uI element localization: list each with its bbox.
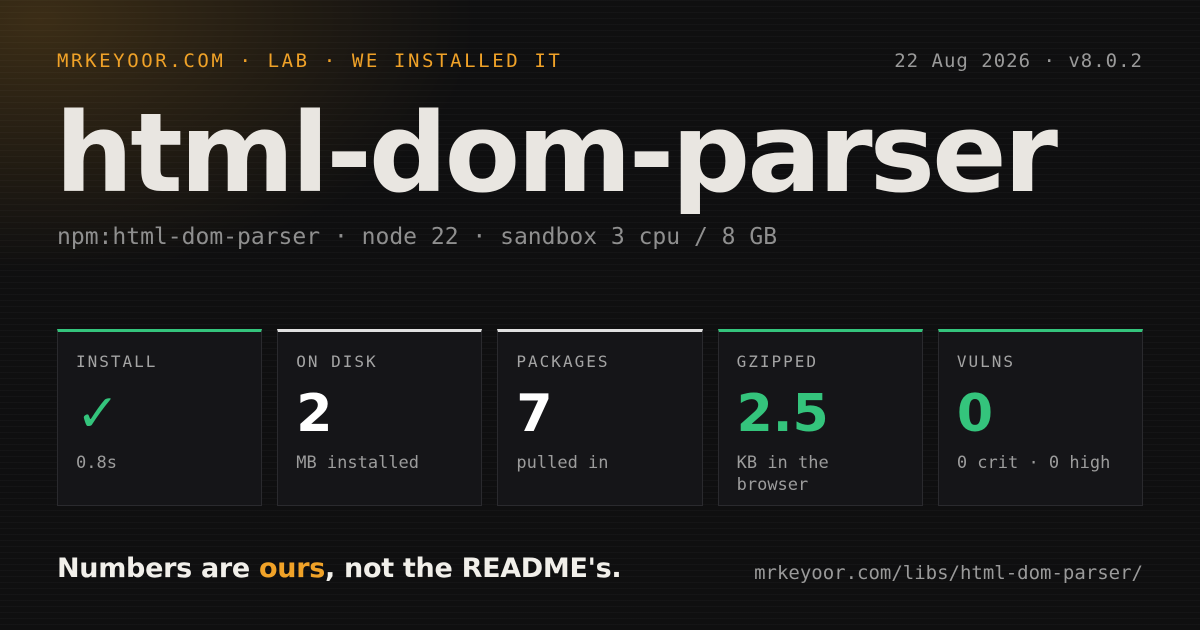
- stat-value: 7: [516, 384, 553, 444]
- stat-value: 2.5: [736, 384, 829, 444]
- tagline-start: Numbers are: [57, 553, 260, 584]
- stat-label: GZIPPED: [736, 352, 819, 371]
- stat-value: 2: [296, 384, 333, 444]
- tagline: Numbers are ours, not the README's.: [57, 553, 622, 584]
- kicker: MRKEYOOR.COM · LAB · WE INSTALLED IT: [57, 50, 563, 72]
- stat-label: VULNS: [956, 352, 1015, 371]
- stat-value: 0: [956, 384, 993, 444]
- package-title: html-dom-parser: [55, 89, 1058, 217]
- stat-note: 0 crit · 0 high: [956, 453, 1111, 473]
- package-subtitle: npm:html-dom-parser · node 22 · sandbox …: [57, 224, 778, 250]
- stat-card-gzipped: GZIPPED 2.5 KB in the browser: [717, 329, 923, 506]
- check-icon: ✓: [76, 384, 120, 444]
- stat-label: ON DISK: [296, 352, 378, 371]
- stat-note: 0.8s: [76, 453, 117, 473]
- stat-card-install: INSTALL ✓ 0.8s: [57, 329, 263, 506]
- stat-card-on-disk: ON DISK 2 MB installed: [277, 329, 483, 506]
- stat-label: PACKAGES: [516, 352, 610, 371]
- stat-card-packages: PACKAGES 7 pulled in: [497, 329, 703, 506]
- social-card: MRKEYOOR.COM · LAB · WE INSTALLED IT 22 …: [0, 0, 1200, 630]
- page-url: mrkeyoor.com/libs/html-dom-parser/: [754, 562, 1143, 584]
- tagline-highlight: ours: [259, 553, 325, 584]
- tagline-end: , not the README's.: [325, 553, 622, 584]
- stat-note: pulled in: [516, 453, 609, 473]
- header-bar: MRKEYOOR.COM · LAB · WE INSTALLED IT 22 …: [57, 48, 1143, 74]
- stat-note: KB in the browser: [736, 453, 829, 495]
- stat-note: MB installed: [296, 453, 420, 473]
- stat-card-vulns: VULNS 0 0 crit · 0 high: [937, 329, 1144, 506]
- stat-label: INSTALL: [76, 352, 158, 371]
- stats-row: INSTALL ✓ 0.8s ON DISK 2 MB installed PA…: [57, 329, 1144, 506]
- date-version: 22 Aug 2026 · v8.0.2: [894, 50, 1143, 72]
